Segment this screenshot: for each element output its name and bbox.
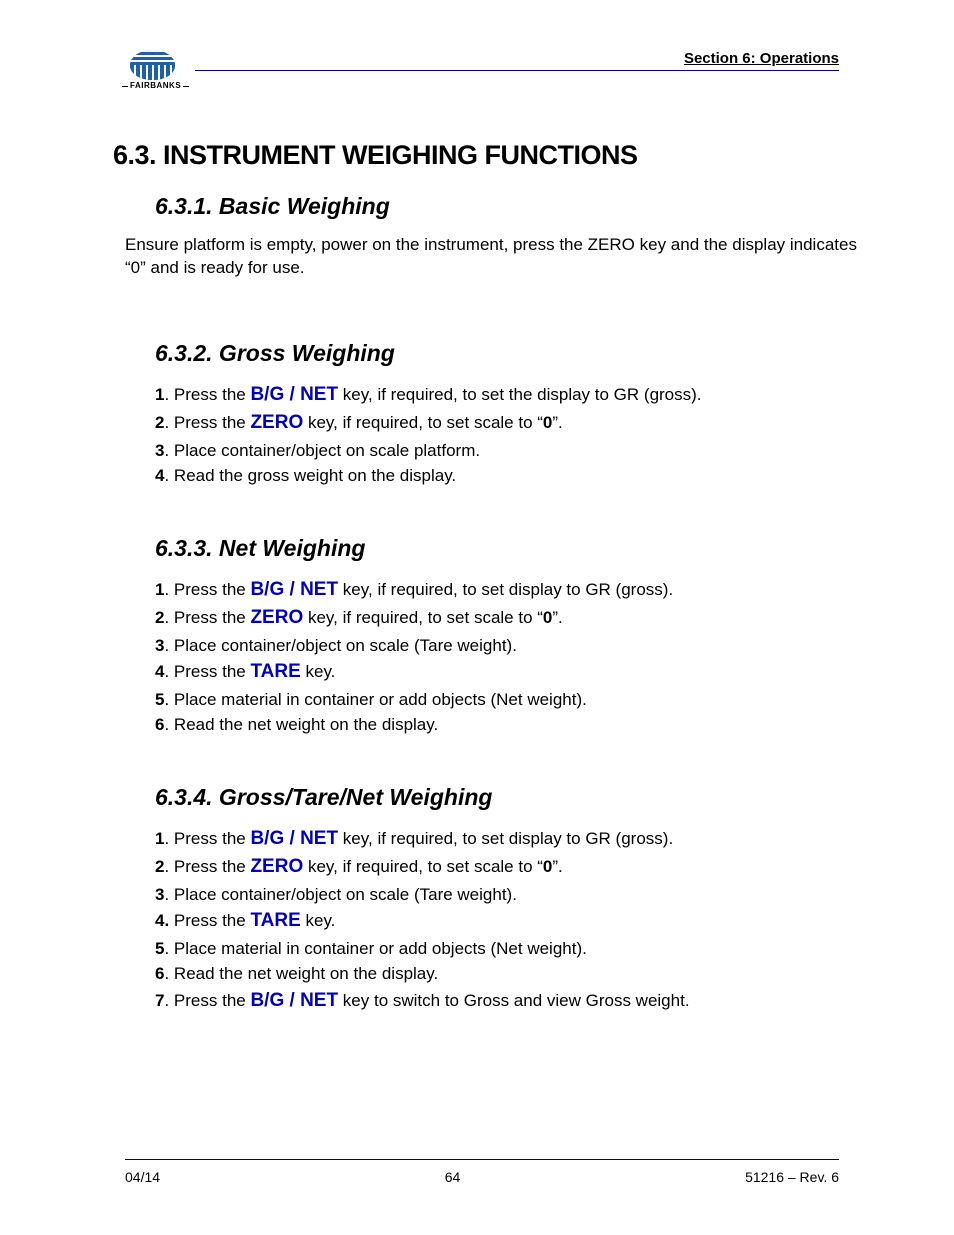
list-item: 2. Press the ZERO key, if required, to s…	[155, 604, 859, 633]
list-item: 5. Place material in container or add ob…	[155, 936, 859, 962]
page-number: 64	[445, 1169, 461, 1185]
heading-6-3: 6.3. INSTRUMENT WEIGHING FUNCTIONS	[113, 140, 859, 171]
list-item: 1. Press the B/G / NET key, if required,…	[155, 381, 859, 410]
list-item: 1. Press the B/G / NET key, if required,…	[155, 576, 859, 605]
bg-net-key: B/G / NET	[250, 828, 338, 849]
fairbanks-logo: FAIRBANKS	[130, 50, 181, 90]
page-footer: 04/14 64 51216 – Rev. 6	[125, 1169, 839, 1185]
list-item: 5. Place material in container or add ob…	[155, 687, 859, 713]
heading-6-3-1: 6.3.1. Basic Weighing	[155, 193, 859, 220]
list-item: 6. Read the net weight on the display.	[155, 712, 859, 738]
footer-date: 04/14	[125, 1169, 160, 1185]
list-item: 7. Press the B/G / NET key to switch to …	[155, 987, 859, 1016]
footer-revision: 51216 – Rev. 6	[745, 1169, 839, 1185]
gross-weighing-steps: 1. Press the B/G / NET key, if required,…	[155, 381, 859, 489]
logo-text: FAIRBANKS	[130, 81, 181, 90]
globe-icon	[130, 50, 175, 80]
list-item: 4. Read the gross weight on the display.	[155, 463, 859, 489]
list-item: 2. Press the ZERO key, if required, to s…	[155, 853, 859, 882]
list-item: 3. Place container/object on scale (Tare…	[155, 882, 859, 908]
zero-key: ZERO	[250, 856, 303, 877]
list-item: 3. Place container/object on scale platf…	[155, 438, 859, 464]
list-item: 2. Press the ZERO key, if required, to s…	[155, 409, 859, 438]
bg-net-key: B/G / NET	[250, 990, 338, 1011]
header-rule	[195, 70, 839, 71]
bg-net-key: B/G / NET	[250, 579, 338, 600]
heading-6-3-2: 6.3.2. Gross Weighing	[155, 340, 859, 367]
zero-key: ZERO	[250, 412, 303, 433]
tare-key: TARE	[250, 910, 300, 931]
net-weighing-steps: 1. Press the B/G / NET key, if required,…	[155, 576, 859, 738]
footer-rule	[125, 1159, 839, 1160]
list-item: 6. Read the net weight on the display.	[155, 961, 859, 987]
bg-net-key: B/G / NET	[250, 384, 338, 405]
list-item: 4. Press the TARE key.	[155, 907, 859, 936]
zero-key: ZERO	[250, 607, 303, 628]
section-header-label: Section 6: Operations	[684, 50, 839, 67]
tare-key: TARE	[250, 661, 300, 682]
list-item: 4. Press the TARE key.	[155, 658, 859, 687]
list-item: 3. Place container/object on scale (Tare…	[155, 633, 859, 659]
heading-6-3-4: 6.3.4. Gross/Tare/Net Weighing	[155, 784, 859, 811]
heading-6-3-3: 6.3.3. Net Weighing	[155, 535, 859, 562]
gross-tare-net-steps: 1. Press the B/G / NET key, if required,…	[155, 825, 859, 1016]
basic-weighing-text: Ensure platform is empty, power on the i…	[125, 234, 859, 280]
list-item: 1. Press the B/G / NET key, if required,…	[155, 825, 859, 854]
